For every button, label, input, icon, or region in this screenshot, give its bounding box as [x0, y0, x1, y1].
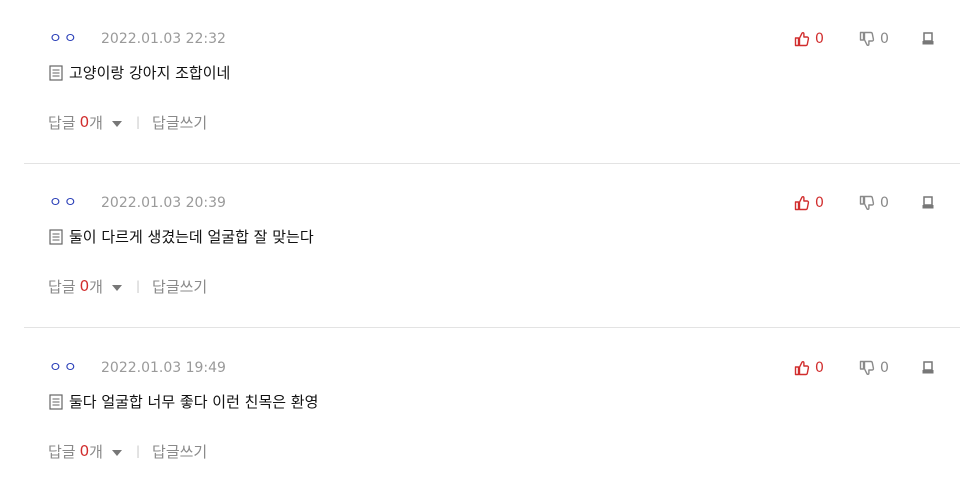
report-button[interactable] — [920, 194, 936, 212]
reply-toggle[interactable]: 답글 0 개 — [48, 441, 122, 462]
dislike-button[interactable]: 0 — [859, 359, 889, 377]
reply-write-button[interactable]: 답글쓰기 — [152, 276, 207, 297]
comment-author[interactable]: ㅇㅇ — [49, 194, 79, 212]
dislike-count: 0 — [880, 31, 889, 47]
dislike-button[interactable]: 0 — [859, 194, 889, 212]
like-count: 0 — [815, 360, 824, 376]
comment-text: 둘이 다르게 생겼는데 얼굴합 잘 맞는다 — [69, 228, 314, 246]
thumbs-down-icon — [859, 31, 875, 47]
caret-down-icon — [111, 449, 122, 456]
report-icon — [920, 360, 936, 376]
like-button[interactable]: 0 — [794, 359, 824, 377]
comment-text: 고양이랑 강아지 조합이네 — [69, 64, 231, 82]
thumbs-up-icon — [794, 195, 810, 211]
reply-bar: 답글 0 개 | 답글쓰기 — [48, 441, 207, 461]
dislike-button[interactable]: 0 — [859, 30, 889, 48]
reply-count: 0 — [79, 113, 90, 131]
reply-bar: 답글 0 개 | 답글쓰기 — [48, 276, 207, 296]
separator: | — [135, 115, 141, 129]
report-button[interactable] — [920, 359, 936, 377]
reply-unit: 개 — [89, 113, 103, 132]
comment-body: 고양이랑 강아지 조합이네 — [49, 63, 230, 83]
memo-icon — [49, 65, 63, 81]
comment-date: 2022.01.03 22:32 — [101, 31, 226, 47]
thumbs-down-icon — [859, 360, 875, 376]
memo-icon — [49, 229, 63, 245]
reply-toggle[interactable]: 답글 0 개 — [48, 112, 122, 133]
comment-date: 2022.01.03 19:49 — [101, 360, 226, 376]
like-button[interactable]: 0 — [794, 194, 824, 212]
comment-body: 둘다 얼굴합 너무 좋다 이런 친목은 환영 — [49, 392, 318, 412]
report-icon — [920, 31, 936, 47]
like-count: 0 — [815, 195, 824, 211]
like-count: 0 — [815, 31, 824, 47]
caret-down-icon — [111, 284, 122, 291]
comment-date: 2022.01.03 20:39 — [101, 195, 226, 211]
reply-write-button[interactable]: 답글쓰기 — [152, 112, 207, 133]
comment-divider — [24, 327, 960, 328]
reply-label: 답글 — [48, 442, 76, 461]
thumbs-up-icon — [794, 360, 810, 376]
comment-text: 둘다 얼굴합 너무 좋다 이런 친목은 환영 — [69, 393, 319, 411]
comment-item: ㅇㅇ 2022.01.03 19:49 0 0 둘다 얼굴합 너무 좋다 이런 … — [0, 329, 960, 493]
separator: | — [135, 279, 141, 293]
reply-toggle[interactable]: 답글 0 개 — [48, 276, 122, 297]
report-button[interactable] — [920, 30, 936, 48]
reply-unit: 개 — [89, 277, 103, 296]
reply-label: 답글 — [48, 113, 76, 132]
caret-down-icon — [111, 120, 122, 127]
comment-author[interactable]: ㅇㅇ — [49, 30, 79, 48]
dislike-count: 0 — [880, 360, 889, 376]
reply-label: 답글 — [48, 277, 76, 296]
dislike-count: 0 — [880, 195, 889, 211]
reply-write-button[interactable]: 답글쓰기 — [152, 441, 207, 462]
thumbs-up-icon — [794, 31, 810, 47]
reply-count: 0 — [79, 277, 90, 295]
thumbs-down-icon — [859, 195, 875, 211]
like-button[interactable]: 0 — [794, 30, 824, 48]
reply-unit: 개 — [89, 442, 103, 461]
memo-icon — [49, 394, 63, 410]
comment-item: ㅇㅇ 2022.01.03 20:39 0 0 둘이 다르게 생겼는데 얼굴합 … — [0, 164, 960, 328]
comment-item: ㅇㅇ 2022.01.03 22:32 0 0 고양이랑 강아지 조합이네 답글… — [0, 0, 960, 164]
reply-count: 0 — [79, 442, 90, 460]
separator: | — [135, 444, 141, 458]
comment-author[interactable]: ㅇㅇ — [49, 359, 79, 377]
reply-bar: 답글 0 개 | 답글쓰기 — [48, 112, 207, 132]
comment-body: 둘이 다르게 생겼는데 얼굴합 잘 맞는다 — [49, 227, 314, 247]
report-icon — [920, 195, 936, 211]
